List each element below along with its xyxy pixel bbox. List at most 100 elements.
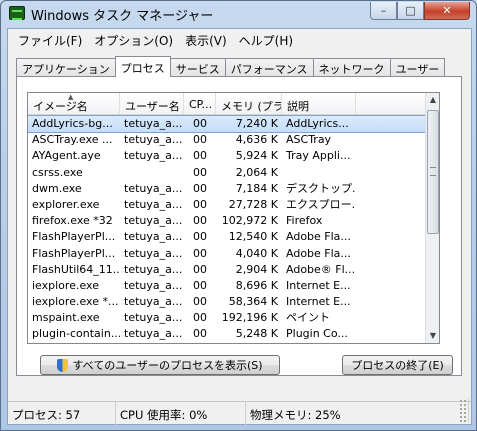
cell-memory: 4,040 K <box>235 246 278 260</box>
cell-user-name: tetuya_a... <box>124 197 183 211</box>
cell-cpu: 00 <box>193 311 207 325</box>
cell-memory: 5,924 K <box>235 149 278 163</box>
task-manager-window: Windows タスク マネージャー – □ ✕ ファイル(F) オプション(O… <box>0 0 477 431</box>
cell-cpu: 00 <box>193 230 207 244</box>
cell-cpu: 00 <box>193 133 207 147</box>
tab-processes[interactable]: プロセス <box>114 56 171 77</box>
show-all-users-label: すべてのユーザーのプロセスを表示(S) <box>72 359 263 372</box>
cell-description: デスクトップ... <box>286 181 356 195</box>
status-cpu-usage: CPU 使用率: 0% <box>116 402 246 425</box>
cell-user-name: tetuya_a... <box>124 262 183 276</box>
cell-memory: 2,904 K <box>235 262 278 276</box>
title-bar[interactable]: Windows タスク マネージャー – □ ✕ <box>1 1 476 27</box>
menu-bar: ファイル(F) オプション(O) 表示(V) ヘルプ(H) <box>8 29 471 49</box>
table-row[interactable]: plugin-contain... tetuya_a... 00 5,248 K Plu… <box>28 326 426 342</box>
table-row[interactable]: mspaint.exe tetuya_a... 00 192,196 K ペイント <box>28 310 426 326</box>
cell-image-name: mspaint.exe <box>32 311 100 325</box>
cell-description: Adobe® Fl... <box>286 262 356 276</box>
cell-user-name: tetuya_a... <box>124 133 183 147</box>
cell-user-name: tetuya_a... <box>124 230 183 244</box>
cell-image-name: AYAgent.aye <box>32 149 101 163</box>
show-all-users-button[interactable]: すべてのユーザーのプロセスを表示(S) <box>40 355 280 375</box>
column-cpu[interactable]: CP... <box>184 93 216 114</box>
cell-description <box>282 165 356 181</box>
tab-services[interactable]: サービス <box>169 58 226 77</box>
scroll-down-icon[interactable]: ▼ <box>426 329 439 343</box>
cell-description: Adobe Fla... <box>286 230 351 244</box>
cell-memory: 5,248 K <box>235 327 278 341</box>
table-row[interactable]: iexplore.exe *... tetuya_a... 00 58,364 K In… <box>28 294 426 310</box>
table-row[interactable]: csrss.exe 00 2,064 K <box>28 165 426 181</box>
cell-image-name: explorer.exe <box>32 197 100 211</box>
minimize-button[interactable]: – <box>370 2 397 20</box>
cell-cpu: 00 <box>193 214 207 228</box>
process-rows: AddLyrics-bg... tetuya_a... 00 7,240 K AddLy… <box>28 114 427 344</box>
scroll-up-icon[interactable]: ▲ <box>426 93 439 107</box>
close-button[interactable]: ✕ <box>424 2 470 20</box>
cell-description: Internet E... <box>286 278 351 292</box>
task-manager-icon <box>9 6 25 20</box>
cell-user-name: tetuya_a... <box>124 117 183 130</box>
table-row[interactable]: AddLyrics-bg... tetuya_a... 00 7,240 K AddLy… <box>28 114 427 134</box>
cell-user-name: tetuya_a... <box>124 149 183 163</box>
table-row[interactable]: firefox.exe *32 tetuya_a... 00 102,972 K Fir… <box>28 213 426 229</box>
cell-image-name: ASCTray.exe ... <box>32 133 113 147</box>
cell-cpu: 00 <box>193 278 207 292</box>
table-row[interactable]: ASCTray.exe ... tetuya_a... 00 4,636 K ASCTr… <box>28 132 426 148</box>
status-process-count: プロセス: 57 <box>8 402 116 425</box>
table-row[interactable]: AYAgent.aye tetuya_a... 00 5,924 K Tray Appl… <box>28 148 426 164</box>
cell-cpu: 00 <box>193 165 207 179</box>
cell-memory: 192,196 K <box>221 311 278 325</box>
process-list[interactable]: イメージ名 ユーザー名 CP... メモリ (プラ... 説明 ▲ AddLyr… <box>27 92 440 344</box>
window-controls: – □ ✕ <box>370 2 470 20</box>
table-row[interactable]: dwm.exe tetuya_a... 00 7,184 K デスクトップ... <box>28 181 426 197</box>
column-memory[interactable]: メモリ (プラ... <box>216 93 282 114</box>
cell-image-name: firefox.exe *32 <box>32 214 113 228</box>
column-description[interactable]: 説明 <box>282 93 356 114</box>
cell-image-name: FlashPlayerPl... <box>32 246 116 260</box>
tab-users[interactable]: ユーザー <box>389 58 446 77</box>
menu-file[interactable]: ファイル(F) <box>12 29 88 49</box>
cell-cpu: 00 <box>193 149 207 163</box>
scroll-thumb[interactable] <box>427 110 439 234</box>
menu-help[interactable]: ヘルプ(H) <box>233 29 299 49</box>
client-area: ファイル(F) オプション(O) 表示(V) ヘルプ(H) アプリケーション プ… <box>7 28 472 425</box>
cell-user-name: tetuya_a... <box>124 181 183 195</box>
maximize-button[interactable]: □ <box>397 2 424 20</box>
cell-user-name: tetuya_a... <box>124 278 183 292</box>
sort-ascending-icon: ▲ <box>68 93 74 101</box>
status-bar: プロセス: 57 CPU 使用率: 0% 物理メモリ: 25% <box>8 399 471 425</box>
cell-description: Internet E... <box>286 295 351 309</box>
window-title: Windows タスク マネージャー <box>31 9 214 24</box>
cell-user-name: tetuya_a... <box>124 214 183 228</box>
column-user-name[interactable]: ユーザー名 <box>120 93 184 114</box>
tab-networking[interactable]: ネットワーク <box>312 58 391 77</box>
column-image-name[interactable]: イメージ名 <box>28 93 120 114</box>
tab-performance[interactable]: パフォーマンス <box>224 58 314 77</box>
menu-options[interactable]: オプション(O) <box>88 29 179 49</box>
cell-image-name: csrss.exe <box>32 165 83 179</box>
table-row[interactable]: FlashPlayerPl... tetuya_a... 00 12,540 K Ado… <box>28 229 426 245</box>
column-filler <box>356 93 426 114</box>
cell-description: Adobe Fla... <box>286 246 351 260</box>
table-row[interactable]: ... <box>28 343 426 344</box>
resize-grip-icon[interactable] <box>459 399 469 422</box>
cell-cpu: 00 <box>193 295 207 309</box>
cell-memory <box>216 343 282 344</box>
vertical-scrollbar[interactable]: ▲ ▼ <box>425 93 439 343</box>
end-process-button[interactable]: プロセスの終了(E) <box>342 355 453 375</box>
menu-view[interactable]: 表示(V) <box>179 29 233 49</box>
tab-applications[interactable]: アプリケーション <box>16 58 116 77</box>
cell-cpu: 00 <box>193 246 207 260</box>
cell-memory: 102,972 K <box>221 214 278 228</box>
cell-image-name: iexplore.exe <box>32 278 99 292</box>
cell-cpu <box>184 343 216 344</box>
table-row[interactable]: FlashPlayerPl... tetuya_a... 00 4,040 K Adob… <box>28 246 426 262</box>
cell-description: AddLyrics... <box>286 117 349 130</box>
cell-memory: 27,728 K <box>228 197 278 211</box>
table-row[interactable]: iexplore.exe tetuya_a... 00 8,696 K Internet… <box>28 278 426 294</box>
cell-user-name <box>120 165 184 181</box>
table-row[interactable]: FlashUtil64_11... tetuya_a... 00 2,904 K Ado… <box>28 262 426 278</box>
cell-memory: 7,184 K <box>235 181 278 195</box>
table-row[interactable]: explorer.exe tetuya_a... 00 27,728 K エクスプロー.… <box>28 197 426 213</box>
